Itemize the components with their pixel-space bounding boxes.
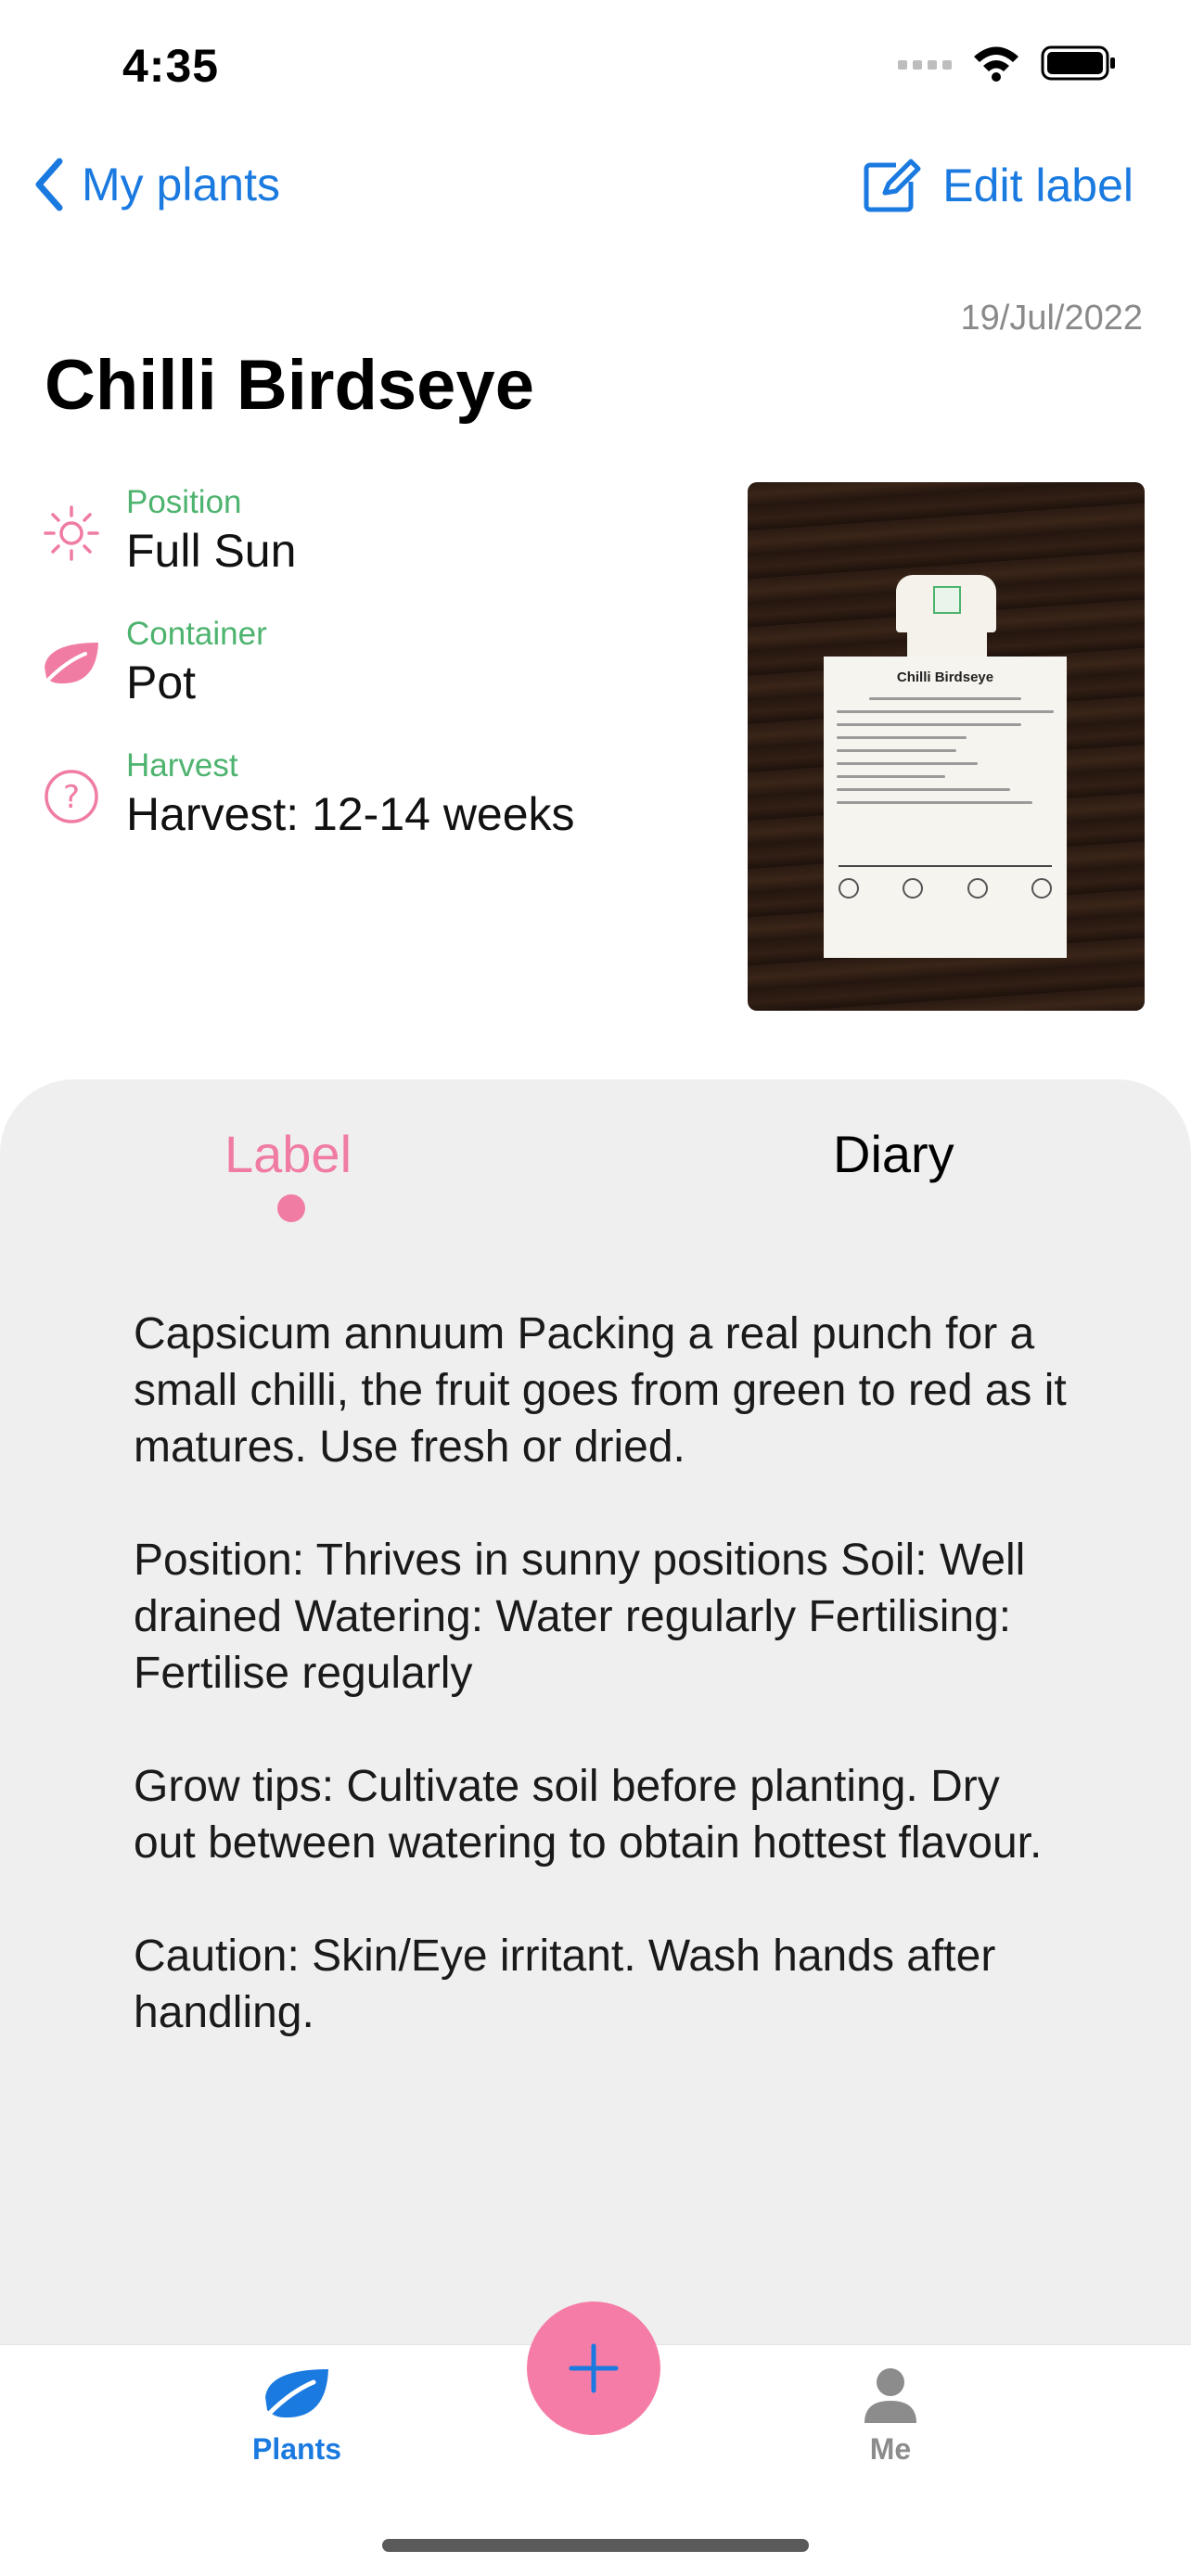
attribute-value: Full Sun xyxy=(126,525,297,577)
tabbar-me[interactable]: Me xyxy=(807,2366,974,2467)
attribute-value: Harvest: 12-14 weeks xyxy=(126,788,575,840)
label-card: Chilli Birdseye xyxy=(824,657,1067,958)
status-time: 4:35 xyxy=(122,40,220,92)
label-paragraph: Caution: Skin/Eye irritant. Wash hands a… xyxy=(134,1932,996,2037)
plant-date: 19/Jul/2022 xyxy=(960,299,1144,338)
svg-text:?: ? xyxy=(63,779,80,816)
home-indicator xyxy=(382,2539,809,2552)
attribute-label: Container xyxy=(126,616,267,652)
sun-icon xyxy=(41,503,102,564)
tabbar-plants[interactable]: Plants xyxy=(213,2366,380,2467)
status-bar: 4:35 xyxy=(0,0,1191,130)
label-card-title: Chilli Birdseye xyxy=(896,670,994,685)
leaf-icon xyxy=(265,2369,328,2418)
label-card-tag xyxy=(896,575,996,632)
back-button[interactable]: My plants xyxy=(33,158,280,211)
tab-label[interactable]: Label xyxy=(224,1124,352,1184)
battery-icon xyxy=(1041,45,1115,81)
wifi-icon xyxy=(974,46,1018,82)
leaf-icon xyxy=(41,634,102,695)
plant-label-photo[interactable]: Chilli Birdseye xyxy=(748,482,1145,1011)
question-icon: ? xyxy=(41,766,102,827)
edit-label-text: Edit label xyxy=(942,159,1133,211)
label-text: Capsicum annuum Packing a real punch for… xyxy=(134,1306,1070,2098)
label-paragraph: Position: Thrives in sunny positions Soi… xyxy=(134,1536,1026,1698)
signal-icon xyxy=(898,60,952,70)
attribute-label: Position xyxy=(126,484,242,520)
edit-icon xyxy=(864,159,921,212)
plus-icon xyxy=(569,2343,619,2393)
tabbar-plants-label: Plants xyxy=(251,2432,342,2466)
add-plant-button[interactable] xyxy=(527,2302,660,2435)
active-tab-indicator xyxy=(277,1194,305,1222)
edit-label-button[interactable]: Edit label xyxy=(863,158,1133,213)
attribute-harvest: ? Harvest Harvest: 12-14 weeks xyxy=(41,746,575,842)
nav-bar: My plants Edit label xyxy=(0,158,1191,232)
label-paragraph: Capsicum annuum Packing a real punch for… xyxy=(134,1309,1067,1472)
status-icons xyxy=(898,45,1117,82)
attribute-value: Pot xyxy=(126,657,197,708)
content-panel: Label Diary Capsicum annuum Packing a re… xyxy=(0,1079,1191,2344)
plant-name: Chilli Birdseye xyxy=(45,346,534,425)
chevron-left-icon xyxy=(35,158,63,211)
label-paragraph: Grow tips: Cultivate soil before plantin… xyxy=(134,1762,1043,1868)
attribute-label: Harvest xyxy=(126,747,238,784)
tab-diary[interactable]: Diary xyxy=(833,1124,954,1184)
attribute-position: Position Full Sun xyxy=(41,482,296,579)
back-button-label: My plants xyxy=(82,159,280,210)
tabbar-me-label: Me xyxy=(869,2432,912,2466)
attribute-container: Container Pot xyxy=(41,614,267,710)
person-icon xyxy=(864,2368,916,2423)
